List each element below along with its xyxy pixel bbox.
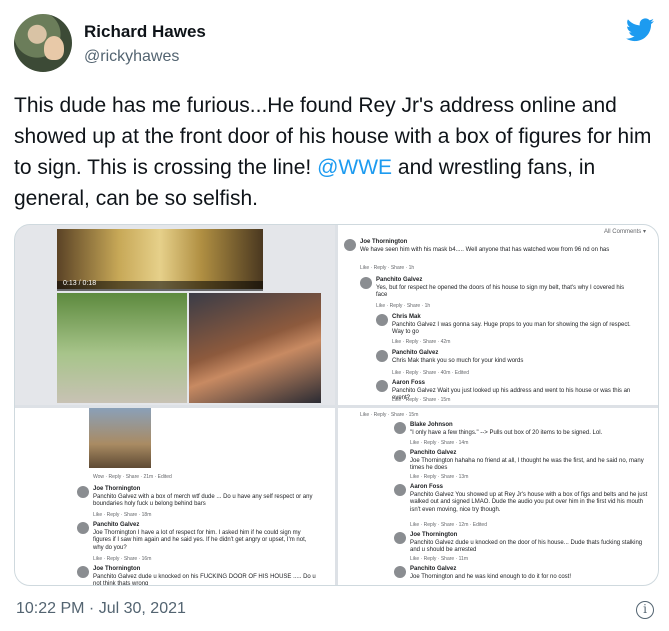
tweet-header: Richard Hawes @rickyhawes <box>14 14 654 74</box>
comment-meta[interactable]: Like · Reply · Share · 15m <box>392 397 450 403</box>
avatar <box>394 566 406 578</box>
avatar <box>394 484 406 496</box>
tweet-timestamp[interactable]: 10:22 PM · Jul 30, 2021 <box>16 600 186 618</box>
author-name[interactable]: Richard Hawes <box>84 22 206 42</box>
avatar[interactable] <box>14 14 72 72</box>
avatar <box>77 522 89 534</box>
avatar <box>376 350 388 362</box>
media-photo-collage[interactable]: 0:13 / 0:18 <box>15 225 335 405</box>
avatar <box>376 314 388 326</box>
comment-meta[interactable]: Like · Reply · Share · 42m <box>392 339 450 345</box>
comment: Chris Mak Panchito Galvez I was gonna say… <box>392 314 631 335</box>
comment-meta[interactable]: Wow · Reply · Share · 21m · Edited <box>93 474 172 480</box>
comment-meta[interactable]: Like · Reply · Share · 12m · Edited <box>410 522 487 528</box>
comment: Joe Thornington We have seen him with his… <box>360 239 610 253</box>
comment-meta[interactable]: Like · Reply · Share · 1h <box>376 303 430 309</box>
avatar <box>77 566 89 578</box>
twitter-bird-icon[interactable] <box>626 18 654 42</box>
comment: Panchito Galvez Chris Mak thank you so mu… <box>392 350 524 364</box>
avatar <box>394 532 406 544</box>
wrestler-photo <box>189 293 321 403</box>
comment-meta[interactable]: Like · Reply · Share · 13m <box>410 474 468 480</box>
all-comments-dropdown[interactable]: All Comments ▾ <box>604 228 646 235</box>
comment: Panchito Galvez Yes, but for respect he o… <box>376 277 625 298</box>
comment: Joe Thornington Panchito Galvez with a bo… <box>93 486 313 507</box>
comment: Aaron Foss Panchito Galvez You showed up … <box>410 484 648 513</box>
comment: Panchito Galvez Joe Thornington I have a … <box>93 522 307 551</box>
comment: Panchito Galvez Joe Thornington hahaha no… <box>410 450 644 471</box>
avatar <box>360 277 372 289</box>
avatar <box>394 422 406 434</box>
mention-link[interactable]: @WWE <box>317 156 392 179</box>
author-handle[interactable]: @rickyhawes <box>84 48 179 66</box>
comment: Panchito Galvez Joe Thornington and he wa… <box>410 566 571 580</box>
box-photo <box>89 408 151 468</box>
avatar <box>77 486 89 498</box>
comment: Joe Thornington Panchito Galvez dude u kn… <box>93 566 316 586</box>
info-icon[interactable]: i <box>636 601 654 619</box>
fan-photo <box>57 293 187 403</box>
comment-meta[interactable]: Like · Reply · Share · 14m <box>410 440 468 446</box>
comment: Blake Johnson "I only have a few things."… <box>410 422 603 436</box>
avatar <box>344 239 356 251</box>
comments-panel-3: Like · Reply · Share · 15m Blake Johnson… <box>338 408 658 585</box>
tweet-media[interactable]: 0:13 / 0:18 All Comments ▾ Joe Thorningt… <box>14 224 659 586</box>
comment-meta[interactable]: Like · Reply · Share · 15m <box>360 412 418 418</box>
avatar <box>376 380 388 392</box>
comment-meta[interactable]: Like · Reply · Share · 1h <box>360 265 414 271</box>
comment-meta[interactable]: Like · Reply · Share · 16m <box>93 556 151 562</box>
avatar <box>394 450 406 462</box>
video-time: 0:13 / 0:18 <box>63 280 97 287</box>
comment: Joe Thornington Panchito Galvez dude u kn… <box>410 532 643 553</box>
comments-panel-1: All Comments ▾ Joe Thornington We have se… <box>338 225 658 405</box>
comment-meta[interactable]: Like · Reply · Share · 40m · Edited <box>392 370 469 376</box>
comment-meta[interactable]: Like · Reply · Share · 11m <box>410 556 468 562</box>
tweet-text: This dude has me furious...He found Rey … <box>14 90 654 214</box>
comments-panel-2: Wow · Reply · Share · 21m · Edited Joe T… <box>15 408 335 586</box>
comment-meta[interactable]: Like · Reply · Share · 18m <box>93 512 151 518</box>
